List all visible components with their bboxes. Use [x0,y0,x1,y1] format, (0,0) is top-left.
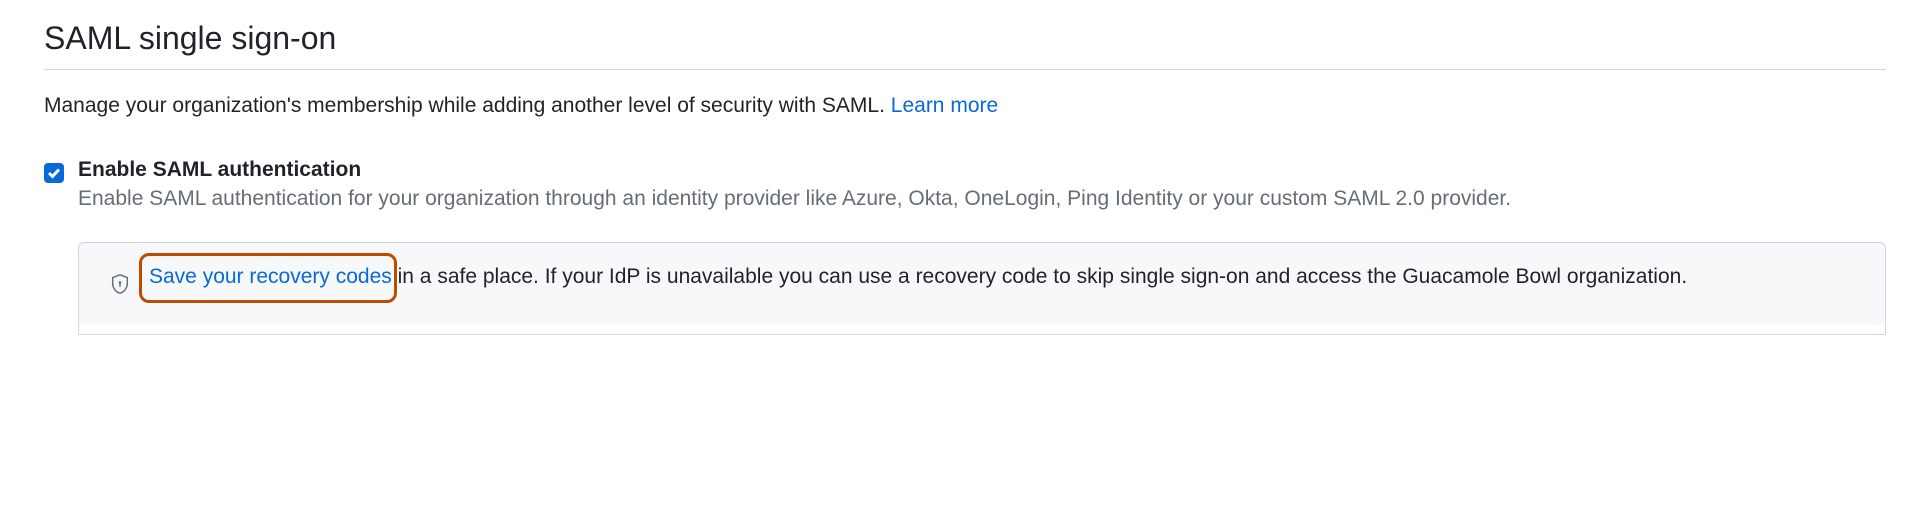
enable-saml-label: Enable SAML authentication [78,158,1886,182]
learn-more-link[interactable]: Learn more [891,94,998,117]
intro-paragraph: Manage your organization's membership wh… [44,94,1886,118]
section-heading: SAML single sign-on [44,20,1886,70]
recovery-codes-note: Save your recovery codes in a safe place… [78,242,1886,325]
enable-saml-checkbox[interactable] [44,163,64,183]
check-icon [47,166,61,180]
enable-saml-row: Enable SAML authentication Enable SAML a… [44,158,1886,214]
note-text: Save your recovery codes in a safe place… [149,261,1687,294]
note-box-wrapper: Save your recovery codes in a safe place… [78,242,1886,335]
checkbox-body: Enable SAML authentication Enable SAML a… [78,158,1886,214]
shield-icon [109,273,131,295]
enable-saml-description: Enable SAML authentication for your orga… [78,187,1511,210]
intro-text: Manage your organization's membership wh… [44,94,891,117]
second-box-divider [78,325,1886,335]
save-recovery-codes-link[interactable]: Save your recovery codes [149,265,392,288]
note-rest: in a safe place. If your IdP is unavaila… [392,265,1687,288]
